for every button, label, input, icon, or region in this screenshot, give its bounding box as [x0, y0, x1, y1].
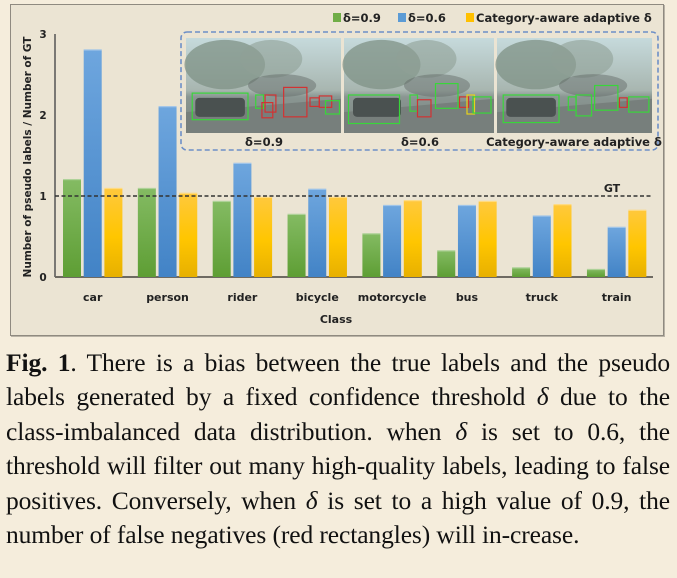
tree-shape [396, 39, 457, 78]
bar-motorcycle-series-1 [383, 204, 402, 277]
inset-panel-2 [495, 38, 652, 133]
smoke-shape [404, 74, 470, 97]
gt-label: GT [604, 182, 621, 195]
bar-highlight [607, 226, 626, 228]
bar-person-series-2 [179, 192, 198, 277]
bar-train-series-1 [607, 226, 626, 277]
bar-highlight [586, 268, 605, 271]
bar-car-series-1 [83, 49, 102, 277]
tree-shape [240, 39, 303, 78]
bar-person-series-1 [158, 106, 177, 277]
inset-figure: δ=0.9 δ=0.6 Category-aware adaptive δ [180, 31, 662, 151]
legend: δ=0.9 δ=0.6 Category-aware adaptive δ [333, 11, 652, 25]
inset-label-2: Category-aware adaptive δ [486, 135, 662, 149]
legend-label-0: δ=0.9 [343, 11, 381, 25]
y-tick-label: 0 [39, 272, 46, 284]
x-tick-label: car [83, 291, 103, 304]
x-tick-label: bicycle [296, 291, 339, 304]
bar-bus-series-2 [478, 200, 497, 277]
car-shape [506, 97, 556, 117]
bar-truck-series-1 [532, 215, 551, 277]
legend-swatch-yellow [466, 13, 474, 22]
y-axis-title: Number of pseudo labels / Number of GT [22, 36, 34, 278]
bar-bicycle-series-2 [328, 196, 347, 277]
bar-bus-series-1 [457, 204, 476, 277]
bar-highlight [254, 196, 273, 199]
caption-delta-0: δ [536, 382, 549, 412]
legend-label-2: Category-aware adaptive δ [476, 11, 652, 25]
tree-shape [551, 39, 614, 78]
inset-label-1: δ=0.6 [401, 135, 439, 149]
bar-highlight [287, 213, 306, 216]
x-tick-label: train [602, 291, 632, 304]
caption-delta-1: δ [455, 416, 468, 446]
bar-highlight [403, 200, 422, 202]
x-tick-label: person [146, 291, 189, 304]
legend-label-1: δ=0.6 [408, 11, 446, 25]
figure-caption: Fig. 1. There is a bias between the true… [6, 346, 670, 552]
bar-highlight [478, 200, 497, 203]
legend-swatch-blue [398, 13, 406, 22]
bar-highlight [383, 204, 402, 207]
bar-highlight [532, 215, 551, 217]
x-axis-title: Class [320, 313, 353, 326]
bar-rider-series-0 [212, 200, 231, 277]
inset-label-0: δ=0.9 [245, 135, 283, 149]
bar-highlight [328, 196, 347, 199]
bar-highlight [158, 106, 177, 108]
bar-highlight [137, 187, 156, 190]
y-tick-label: 3 [39, 29, 46, 41]
y-tick-label: 2 [39, 110, 46, 122]
bar-motorcycle-series-2 [403, 200, 422, 277]
bar-car-series-0 [63, 178, 81, 277]
bar-highlight [308, 188, 327, 190]
bar-highlight [512, 267, 531, 269]
bar-highlight [83, 49, 102, 51]
bar-highlight [63, 178, 81, 181]
bar-highlight [233, 162, 252, 164]
bar-train-series-2 [628, 209, 647, 277]
inset-panel-1 [342, 38, 494, 133]
x-tick-label: truck [526, 291, 559, 304]
bar-chart: 0 1 2 3 car person rider bicycle motorcycle bus t… [22, 11, 662, 326]
bar-bicycle-series-1 [308, 188, 327, 277]
legend-swatch-green [333, 13, 341, 22]
x-tick-label: rider [227, 291, 258, 304]
bar-bus-series-0 [437, 250, 456, 277]
caption-delta-2: δ [305, 485, 318, 515]
bar-rider-series-1 [233, 162, 252, 277]
figure-label: Fig. 1 [6, 348, 71, 377]
bar-train-series-0 [586, 268, 605, 277]
bar-highlight [628, 209, 647, 211]
x-tick-label: bus [456, 291, 479, 304]
y-tick-label: 1 [39, 191, 46, 203]
car-shape [353, 97, 401, 117]
bar-bicycle-series-0 [287, 213, 306, 277]
car-shape [195, 97, 245, 117]
bar-highlight [553, 204, 572, 206]
bar-highlight [179, 192, 198, 194]
inset-panel-0 [184, 38, 341, 133]
x-tick-label: motorcycle [358, 291, 427, 304]
bar-motorcycle-series-0 [362, 233, 381, 277]
bar-highlight [104, 187, 123, 190]
bar-truck-series-2 [553, 204, 572, 277]
bar-rider-series-2 [254, 196, 273, 277]
bar-highlight [437, 250, 456, 252]
bar-highlight [457, 204, 476, 207]
smoke-shape [248, 74, 317, 97]
bar-truck-series-0 [512, 267, 531, 277]
bar-person-series-0 [137, 187, 156, 277]
bar-car-series-2 [104, 187, 123, 277]
bar-highlight [212, 200, 231, 203]
bar-highlight [362, 233, 381, 235]
